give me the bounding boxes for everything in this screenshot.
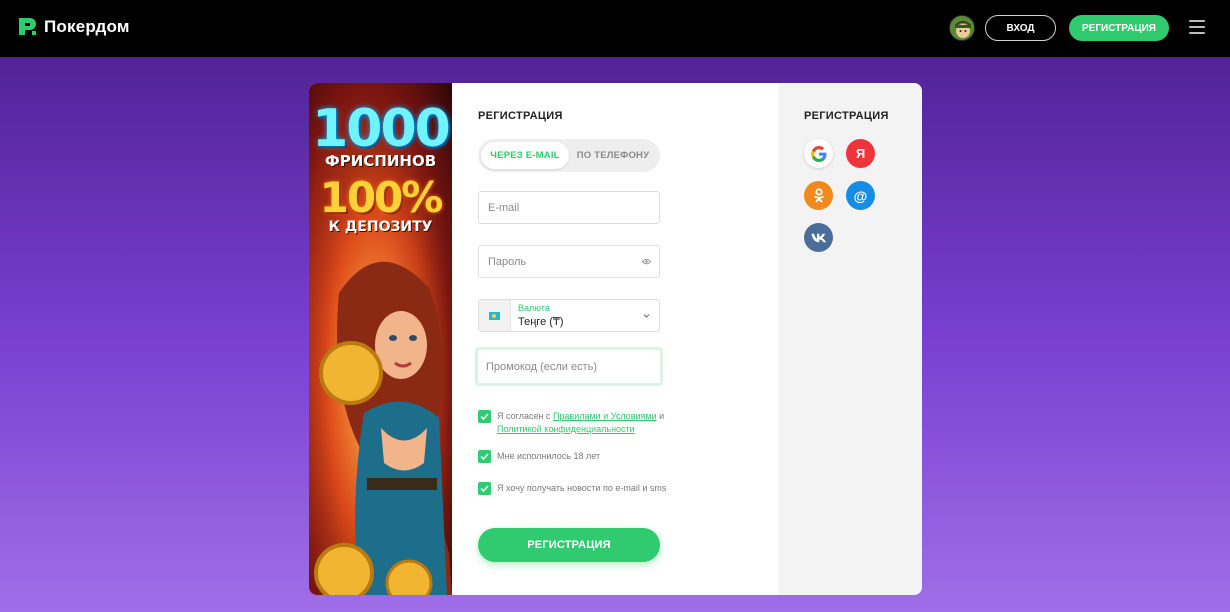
registration-modal: 1000 ФРИСПИНОВ 100% К ДЕПОЗИТУ РЕГИСТРАЦ… xyxy=(309,83,922,595)
terms-checkbox[interactable] xyxy=(478,410,491,423)
mail-icon: @ xyxy=(853,187,868,204)
promocode-field[interactable] xyxy=(486,360,660,373)
yandex-login-button[interactable]: Я xyxy=(846,139,875,168)
social-registration: РЕГИСТРАЦИЯ Я @ xyxy=(779,83,922,595)
terms-link[interactable]: Правилами и Условиями xyxy=(553,411,657,421)
eye-icon[interactable] xyxy=(642,258,651,265)
promo-freespins-count: 1000 xyxy=(312,99,451,159)
news-checkbox-row: Я хочу получать новости по e-mail и sms xyxy=(478,482,707,495)
vk-login-button[interactable] xyxy=(804,223,833,252)
email-field-wrapper xyxy=(478,191,660,224)
promo-bonus-percent: 100% xyxy=(319,173,444,222)
registration-form: РЕГИСТРАЦИЯ ЧЕРЕЗ E-MAIL ПО ТЕЛЕФОНУ Вал… xyxy=(452,83,779,595)
social-title: РЕГИСТРАЦИЯ xyxy=(804,110,889,122)
news-checkbox[interactable] xyxy=(478,482,491,495)
tab-email[interactable]: ЧЕРЕЗ E-MAIL xyxy=(481,142,569,169)
promo-freespins-label: ФРИСПИНОВ xyxy=(324,152,437,170)
top-bar: Покердом ВХОД РЕГИСТРАЦИЯ xyxy=(0,0,1230,57)
promocode-field-wrapper xyxy=(475,347,663,386)
currency-flag xyxy=(479,300,511,331)
form-title: РЕГИСТРАЦИЯ xyxy=(478,110,563,122)
odnoklassniki-login-button[interactable] xyxy=(804,181,833,210)
email-field[interactable] xyxy=(488,201,659,214)
currency-label: Валюта xyxy=(518,303,550,313)
check-icon xyxy=(480,485,489,492)
menu-icon[interactable] xyxy=(1189,20,1205,35)
avatar-icon xyxy=(950,16,974,40)
registration-method-switch: ЧЕРЕЗ E-MAIL ПО ТЕЛЕФОНУ xyxy=(478,139,660,172)
currency-value: Теңге (₸) xyxy=(518,316,564,328)
age-checkbox-row: Мне исполнилось 18 лет xyxy=(478,450,707,463)
chevron-down-icon xyxy=(643,314,650,318)
register-submit-button[interactable]: РЕГИСТРАЦИЯ xyxy=(478,528,660,562)
pokerdom-logo-icon xyxy=(19,18,36,35)
vk-icon xyxy=(811,233,826,242)
check-icon xyxy=(480,413,489,420)
logo[interactable]: Покердом xyxy=(17,16,130,37)
privacy-link[interactable]: Политикой конфиденциальности xyxy=(497,424,635,434)
odnoklassniki-icon xyxy=(813,187,824,203)
tab-phone[interactable]: ПО ТЕЛЕФОНУ xyxy=(569,142,657,169)
password-field-wrapper xyxy=(478,245,660,278)
mail-login-button[interactable]: @ xyxy=(846,181,875,210)
news-text: Я хочу получать новости по e-mail и sms xyxy=(497,483,667,493)
google-login-button[interactable] xyxy=(804,139,833,168)
yandex-icon: Я xyxy=(855,146,866,161)
age-text: Мне исполнилось 18 лет xyxy=(497,451,601,461)
terms-text: Я согласен с Правилами и Условиями и Пол… xyxy=(497,410,707,436)
login-button[interactable]: ВХОД xyxy=(985,15,1056,41)
brand-name: Покердом xyxy=(44,16,130,36)
check-icon xyxy=(480,453,489,460)
terms-checkbox-row: Я согласен с Правилами и Условиями и Пол… xyxy=(478,410,707,436)
currency-select[interactable]: Валюта Теңге (₸) xyxy=(478,299,660,332)
google-icon xyxy=(810,145,826,162)
register-button-header[interactable]: РЕГИСТРАЦИЯ xyxy=(1069,15,1169,41)
terms-prefix: Я согласен с xyxy=(497,411,553,421)
password-field[interactable] xyxy=(488,255,659,268)
promo-banner: 1000 ФРИСПИНОВ 100% К ДЕПОЗИТУ xyxy=(309,83,452,595)
kazakhstan-flag-icon xyxy=(489,311,500,320)
age-checkbox[interactable] xyxy=(478,450,491,463)
terms-and: и xyxy=(656,411,665,421)
avatar[interactable] xyxy=(949,15,975,41)
promo-bonus-label: К ДЕПОЗИТУ xyxy=(328,219,433,235)
